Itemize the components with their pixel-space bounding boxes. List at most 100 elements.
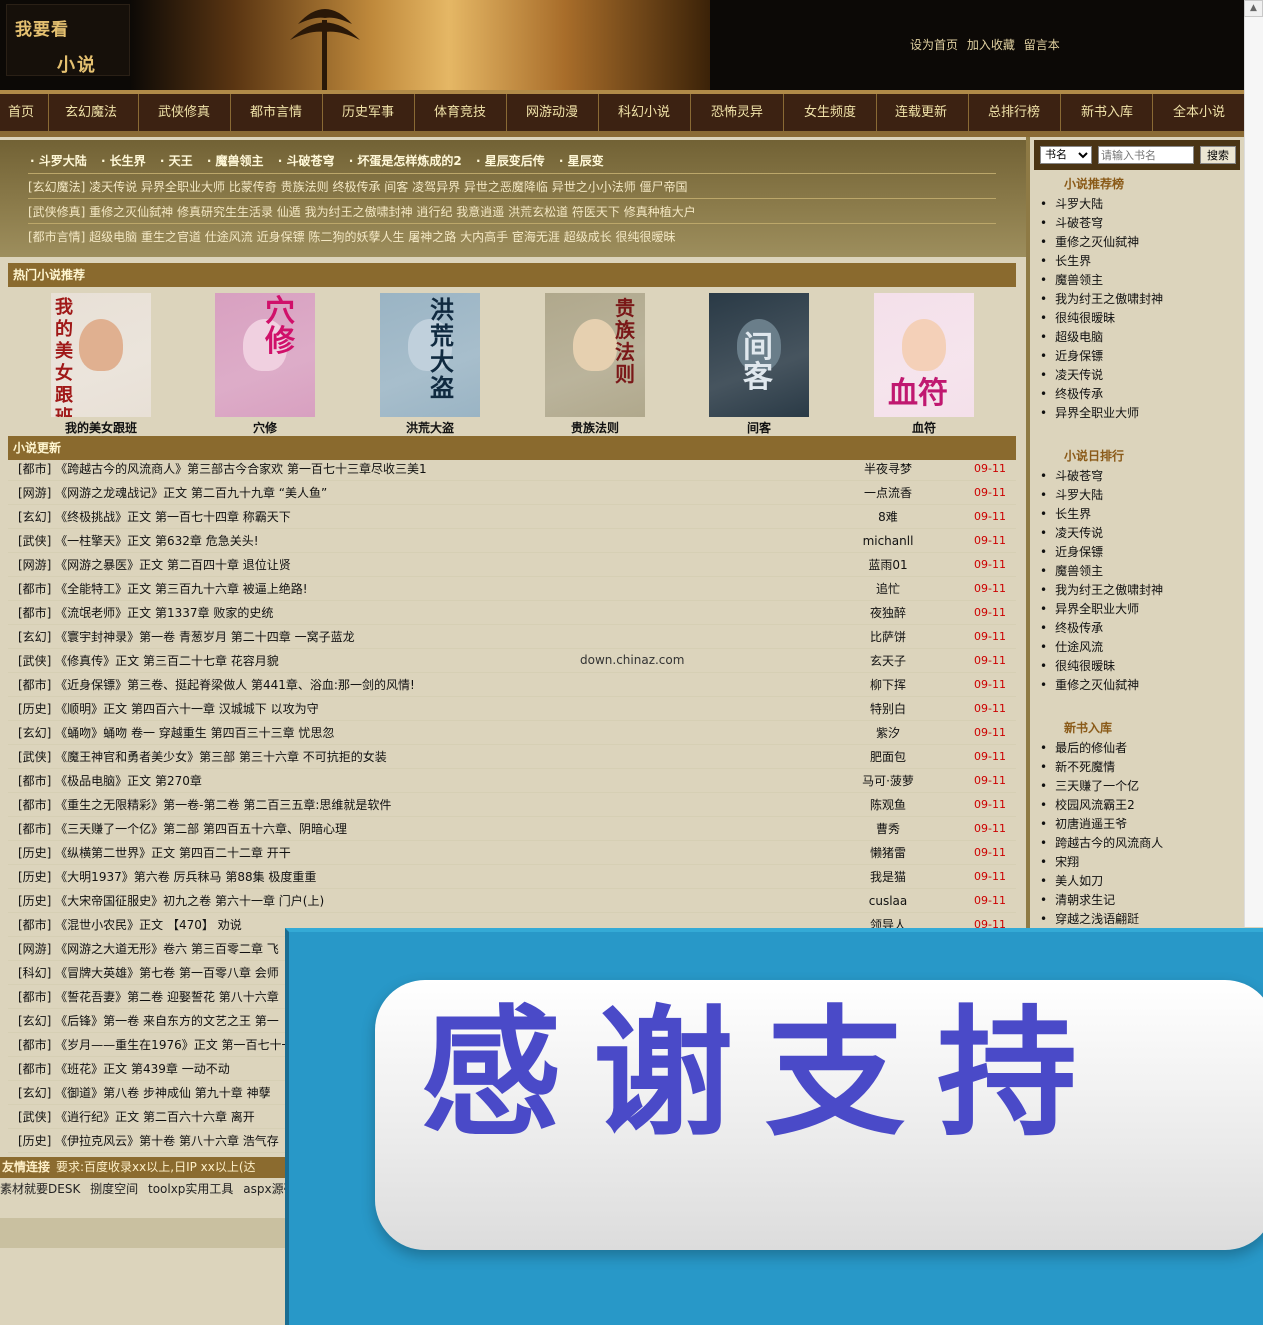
update-title-link[interactable]: [网游] 《网游之暴医》正文 第二百四十章 退位让贤 [18, 553, 291, 577]
site-logo[interactable]: 我要看 小说 [6, 4, 130, 76]
update-title-link[interactable]: [都市] 《重生之无限精彩》第一卷-第二卷 第二百三五章:思维就是软件 [18, 793, 391, 817]
search-button[interactable]: 搜索 [1200, 146, 1236, 164]
update-title-link[interactable]: [玄幻] 《蛹吻》蛹吻 卷一 穿越重生 第四百三十三章 忧思忽 [18, 721, 334, 745]
sidebar-book-link[interactable]: 美人如刀 [1040, 872, 1163, 891]
sidebar-book-link[interactable]: 魔兽领主 [1040, 271, 1163, 290]
book-title[interactable]: 我的美女跟班 [31, 419, 171, 436]
update-author[interactable]: 我是猫 [838, 865, 938, 889]
nav-serial[interactable]: 连载更新 [895, 94, 947, 131]
nav-history[interactable]: 历史军事 [342, 94, 394, 131]
update-author[interactable]: 比萨饼 [838, 625, 938, 649]
update-title-link[interactable]: [都市] 《誓花吾妻》第二卷 迎娶誓花 第八十六章 [18, 985, 279, 1009]
update-title-link[interactable]: [历史] 《大明1937》第六卷 厉兵秣马 第88集 极度重重 [18, 865, 316, 889]
nav-home[interactable]: 首页 [8, 94, 34, 131]
update-title-link[interactable]: [历史] 《大宋帝国征服史》初九之卷 第六十一章 门户(上) [18, 889, 324, 913]
update-title-link[interactable]: [历史] 《纵横第二世界》正文 第四百二十二章 开干 [18, 841, 291, 865]
sidebar-book-link[interactable]: 凌天传说 [1040, 366, 1163, 385]
sidebar-book-link[interactable]: 斗罗大陆 [1040, 195, 1163, 214]
hot-link[interactable]: · 斗罗大陆 [30, 154, 87, 168]
sidebar-book-link[interactable]: 长生界 [1040, 252, 1163, 271]
category-line-wuxia[interactable]: [武侠修真] 重修之灭仙弑神 修真研究生生活录 仙遁 我为纣王之傲啸封神 逍行纪… [28, 203, 696, 220]
update-title-link[interactable]: [都市] 《混世小农民》正文 【470】 劝说 [18, 913, 242, 937]
hot-link[interactable]: · 天王 [160, 154, 193, 168]
update-author[interactable]: 柳下挥 [838, 673, 938, 697]
book-cover[interactable]: 间客 [709, 293, 809, 417]
sidebar-book-link[interactable]: 超级电脑 [1040, 328, 1163, 347]
hot-link[interactable]: · 斗破苍穹 [278, 154, 335, 168]
update-author[interactable]: 马可·菠萝 [838, 769, 938, 793]
update-author[interactable]: 曹秀 [838, 817, 938, 841]
sidebar-book-link[interactable]: 斗罗大陆 [1040, 486, 1163, 505]
update-title-link[interactable]: [都市] 《岁月——重生在1976》正文 第一百七十一 [18, 1033, 294, 1057]
friend-link[interactable]: 捌度空间 [90, 1182, 138, 1196]
sidebar-book-link[interactable]: 穿越之浅语翩跹 [1040, 910, 1163, 929]
update-title-link[interactable]: [玄幻] 《后锋》第一卷 来自东方的文艺之王 第一 [18, 1009, 279, 1033]
update-title-link[interactable]: [武侠] 《一柱擎天》正文 第632章 危急关头! [18, 529, 259, 553]
nav-complete[interactable]: 全本小说 [1173, 94, 1225, 131]
update-author[interactable]: 懒猪雷 [838, 841, 938, 865]
hot-link[interactable]: · 坏蛋是怎样炼成的2 [349, 154, 462, 168]
thanks-popup-overlay[interactable]: 感谢支持 [285, 928, 1263, 1325]
update-author[interactable]: cuslaa [838, 889, 938, 913]
update-title-link[interactable]: [网游] 《网游之龙魂战记》正文 第二百九十九章 “美人鱼” [18, 481, 327, 505]
sidebar-book-link[interactable]: 很纯很暧昧 [1040, 657, 1163, 676]
sidebar-book-link[interactable]: 凌天传说 [1040, 524, 1163, 543]
category-line-urban[interactable]: [都市言情] 超级电脑 重生之官道 仕途风流 近身保镖 陈二狗的妖孽人生 屠神之… [28, 228, 676, 245]
update-title-link[interactable]: [都市] 《班花》正文 第439章 一动不动 [18, 1057, 230, 1081]
update-author[interactable]: 肥面包 [838, 745, 938, 769]
update-author[interactable]: 半夜寻梦 [838, 457, 938, 481]
nav-ranking[interactable]: 总排行榜 [988, 94, 1040, 131]
sidebar-book-link[interactable]: 终极传承 [1040, 385, 1163, 404]
update-title-link[interactable]: [玄幻] 《御道》第八卷 步神成仙 第九十章 神孽 [18, 1081, 271, 1105]
update-title-link[interactable]: [都市] 《跨越古今的风流商人》第三部古今合家欢 第一百七十三章尽收三美1 [18, 457, 427, 481]
sidebar-book-link[interactable]: 很纯很暧昧 [1040, 309, 1163, 328]
nav-newbooks[interactable]: 新书入库 [1081, 94, 1133, 131]
update-title-link[interactable]: [玄幻] 《寰宇封神录》第一卷 青葱岁月 第二十四章 一窝子蓝龙 [18, 625, 355, 649]
update-author[interactable]: 一点流香 [838, 481, 938, 505]
book-title[interactable]: 血符 [854, 419, 994, 436]
nav-fantasy[interactable]: 玄幻魔法 [65, 94, 117, 131]
update-author[interactable]: 紫汐 [838, 721, 938, 745]
book-cover[interactable]: 贵族法则 [545, 293, 645, 417]
sidebar-book-link[interactable]: 仕途风流 [1040, 638, 1163, 657]
sidebar-book-link[interactable]: 近身保镖 [1040, 543, 1163, 562]
nav-horror[interactable]: 恐怖灵异 [711, 94, 763, 131]
sidebar-book-link[interactable]: 斗破苍穹 [1040, 214, 1163, 233]
hot-link[interactable]: · 魔兽领主 [207, 154, 264, 168]
update-title-link[interactable]: [武侠] 《魔王神官和勇者美少女》第三部 第三十六章 不可抗拒的女装 [18, 745, 387, 769]
update-author[interactable]: 追忙 [838, 577, 938, 601]
update-author[interactable]: 玄天子 [838, 649, 938, 673]
update-author[interactable]: 夜独醉 [838, 601, 938, 625]
hot-link[interactable]: · 星辰变 [559, 154, 604, 168]
hot-link[interactable]: · 星辰变后传 [476, 154, 545, 168]
nav-urban[interactable]: 都市言情 [250, 94, 302, 131]
book-cover[interactable]: 血符 [874, 293, 974, 417]
book-title[interactable]: 洪荒大盗 [360, 419, 500, 436]
sidebar-book-link[interactable]: 斗破苍穹 [1040, 467, 1163, 486]
update-title-link[interactable]: [都市] 《近身保镖》第三卷、挺起脊梁做人 第441章、浴血:那一剑的风情! [18, 673, 415, 697]
update-author[interactable]: 8难 [838, 505, 938, 529]
sidebar-book-link[interactable]: 我为纣王之傲啸封神 [1040, 290, 1163, 309]
nav-female[interactable]: 女生频度 [804, 94, 856, 131]
sidebar-book-link[interactable]: 终极传承 [1040, 619, 1163, 638]
update-author[interactable]: 特别白 [838, 697, 938, 721]
friend-link[interactable]: 素材就要DESK [0, 1182, 80, 1196]
update-title-link[interactable]: [武侠] 《修真传》正文 第三百二十七章 花容月貌 [18, 649, 279, 673]
book-cover[interactable]: 我的美女跟班 [51, 293, 151, 417]
sidebar-book-link[interactable]: 跨越古今的风流商人 [1040, 834, 1163, 853]
update-title-link[interactable]: [科幻] 《冒牌大英雄》第七卷 第一百零八章 会师 [18, 961, 279, 985]
sidebar-book-link[interactable]: 异界全职业大师 [1040, 404, 1163, 423]
sidebar-book-link[interactable]: 魔兽领主 [1040, 562, 1163, 581]
update-title-link[interactable]: [历史] 《顺明》正文 第四百六十一章 汉城城下 以攻为守 [18, 697, 319, 721]
set-homepage-link[interactable]: 设为首页 [910, 38, 958, 52]
sidebar-book-link[interactable]: 近身保镖 [1040, 347, 1163, 366]
sidebar-book-link[interactable]: 清朝求生记 [1040, 891, 1163, 910]
category-line-fantasy[interactable]: [玄幻魔法] 凌天传说 异界全职业大师 比蒙传奇 贵族法则 终极传承 间客 凌驾… [28, 178, 688, 195]
book-title[interactable]: 贵族法则 [525, 419, 665, 436]
sidebar-book-link[interactable]: 重修之灭仙弑神 [1040, 676, 1163, 695]
update-author[interactable]: 蓝雨01 [838, 553, 938, 577]
update-title-link[interactable]: [玄幻] 《终极挑战》正文 第一百七十四章 称霸天下 [18, 505, 291, 529]
update-title-link[interactable]: [历史] 《伊拉克风云》第十卷 第八十六章 浩气存 [18, 1129, 279, 1153]
book-title[interactable]: 穴修 [195, 419, 335, 436]
sidebar-book-link[interactable]: 重修之灭仙弑神 [1040, 233, 1163, 252]
